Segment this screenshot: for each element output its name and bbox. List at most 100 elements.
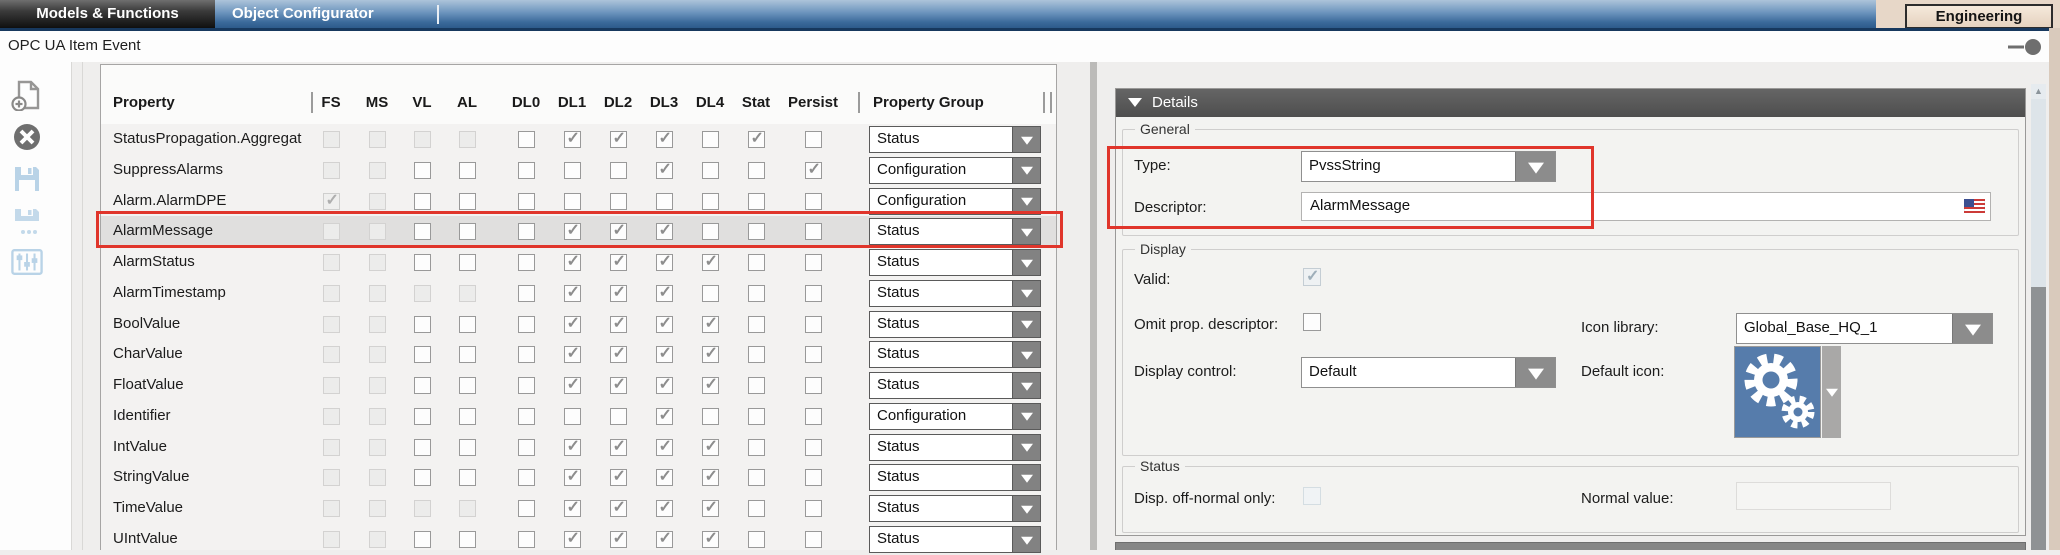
table-row-charvalue[interactable]: CharValueStatus (101, 339, 1056, 370)
checkbox-ms[interactable] (369, 531, 386, 548)
dropdown-button[interactable] (1012, 435, 1040, 460)
column-header-stat[interactable]: Stat (742, 94, 770, 111)
checkbox-dl4[interactable] (702, 131, 719, 148)
disp-off-normal-checkbox[interactable] (1303, 487, 1321, 505)
checkbox-al[interactable] (459, 500, 476, 517)
details-section-header[interactable]: Details (1116, 89, 2025, 117)
checkbox-stat[interactable] (748, 285, 765, 302)
property-group-dropdown[interactable]: Status (869, 434, 1041, 461)
dropdown-button[interactable] (1012, 127, 1040, 152)
checkbox-stat[interactable] (748, 346, 765, 363)
checkbox-dl2[interactable] (610, 377, 627, 394)
checkbox-persist[interactable] (805, 285, 822, 302)
dropdown-button[interactable] (1012, 527, 1040, 552)
column-header-al[interactable]: AL (457, 94, 477, 111)
checkbox-dl1[interactable] (564, 162, 581, 179)
checkbox-al[interactable] (459, 469, 476, 486)
checkbox-dl4[interactable] (702, 285, 719, 302)
checkbox-dl2[interactable] (610, 223, 627, 240)
checkbox-vl[interactable] (414, 193, 431, 210)
scrollbar-thumb[interactable] (2031, 287, 2046, 550)
checkbox-dl0[interactable] (518, 162, 535, 179)
checkbox-ms[interactable] (369, 346, 386, 363)
column-header-dl3[interactable]: DL3 (650, 94, 678, 111)
dropdown-button[interactable] (1012, 342, 1040, 367)
checkbox-dl2[interactable] (610, 316, 627, 333)
column-header-ms[interactable]: MS (366, 94, 389, 111)
column-header-dl4[interactable]: DL4 (696, 94, 724, 111)
checkbox-al[interactable] (459, 254, 476, 271)
dropdown-button[interactable] (1012, 312, 1040, 337)
checkbox-dl2[interactable] (610, 531, 627, 548)
checkbox-dl2[interactable] (610, 131, 627, 148)
display-control-dropdown[interactable]: Default (1301, 357, 1556, 388)
checkbox-al[interactable] (459, 162, 476, 179)
checkbox-al[interactable] (459, 408, 476, 425)
checkbox-dl3[interactable] (656, 500, 673, 517)
checkbox-vl[interactable] (414, 408, 431, 425)
default-icon-dropdown[interactable] (1822, 346, 1841, 438)
table-row-timevalue[interactable]: TimeValueStatus (101, 493, 1056, 524)
property-group-dropdown[interactable]: Status (869, 280, 1041, 307)
property-group-dropdown[interactable]: Configuration (869, 157, 1041, 184)
checkbox-dl4[interactable] (702, 316, 719, 333)
checkbox-vl[interactable] (414, 469, 431, 486)
column-header-property[interactable]: Property (113, 94, 175, 111)
checkbox-dl1[interactable] (564, 408, 581, 425)
checkbox-dl0[interactable] (518, 531, 535, 548)
checkbox-dl3[interactable] (656, 193, 673, 210)
checkbox-stat[interactable] (748, 223, 765, 240)
checkbox-persist[interactable] (805, 223, 822, 240)
checkbox-al[interactable] (459, 439, 476, 456)
checkbox-dl1[interactable] (564, 500, 581, 517)
checkbox-dl1[interactable] (564, 377, 581, 394)
checkbox-dl3[interactable] (656, 131, 673, 148)
checkbox-vl[interactable] (414, 254, 431, 271)
checkbox-al[interactable] (459, 285, 476, 302)
type-dropdown[interactable]: PvssString (1301, 151, 1556, 182)
checkbox-dl4[interactable] (702, 408, 719, 425)
checkbox-dl4[interactable] (702, 531, 719, 548)
checkbox-vl[interactable] (414, 377, 431, 394)
checkbox-al[interactable] (459, 223, 476, 240)
checkbox-dl2[interactable] (610, 285, 627, 302)
column-header-property-group[interactable]: Property Group (873, 94, 984, 111)
checkbox-dl2[interactable] (610, 439, 627, 456)
checkbox-dl1[interactable] (564, 346, 581, 363)
scrollbar-up-arrow[interactable]: ▲ (2031, 84, 2046, 99)
checkbox-dl1[interactable] (564, 285, 581, 302)
table-row-intvalue[interactable]: IntValueStatus (101, 432, 1056, 463)
table-row-suppressalarms[interactable]: SuppressAlarmsConfiguration (101, 155, 1056, 186)
icon-library-dropdown[interactable]: Global_Base_HQ_1 (1736, 313, 1993, 344)
property-group-dropdown[interactable]: Status (869, 249, 1041, 276)
checkbox-al[interactable] (459, 531, 476, 548)
checkbox-dl0[interactable] (518, 131, 535, 148)
checkbox-vl[interactable] (414, 131, 431, 148)
checkbox-fs[interactable] (323, 531, 340, 548)
checkbox-dl0[interactable] (518, 193, 535, 210)
checkbox-fs[interactable] (323, 285, 340, 302)
valid-checkbox[interactable] (1303, 268, 1321, 286)
default-icon-button[interactable] (1734, 346, 1821, 438)
column-header-persist[interactable]: Persist (788, 94, 838, 111)
dropdown-button[interactable] (1012, 158, 1040, 183)
checkbox-dl4[interactable] (702, 193, 719, 210)
checkbox-persist[interactable] (805, 469, 822, 486)
save-as-icon[interactable] (11, 205, 43, 237)
checkbox-fs[interactable] (323, 316, 340, 333)
details-scrollbar[interactable]: ▲ (2031, 84, 2046, 550)
panel-splitter[interactable] (1090, 62, 1097, 550)
dropdown-button[interactable] (1012, 281, 1040, 306)
checkbox-vl[interactable] (414, 346, 431, 363)
checkbox-dl4[interactable] (702, 223, 719, 240)
checkbox-ms[interactable] (369, 469, 386, 486)
table-row-alarmtimestamp[interactable]: AlarmTimestampStatus (101, 278, 1056, 309)
checkbox-stat[interactable] (748, 439, 765, 456)
checkbox-fs[interactable] (323, 500, 340, 517)
checkbox-persist[interactable] (805, 408, 822, 425)
checkbox-fs[interactable] (323, 439, 340, 456)
checkbox-vl[interactable] (414, 285, 431, 302)
dropdown-button[interactable] (1012, 250, 1040, 275)
property-group-dropdown[interactable]: Configuration (869, 403, 1041, 430)
checkbox-dl0[interactable] (518, 223, 535, 240)
